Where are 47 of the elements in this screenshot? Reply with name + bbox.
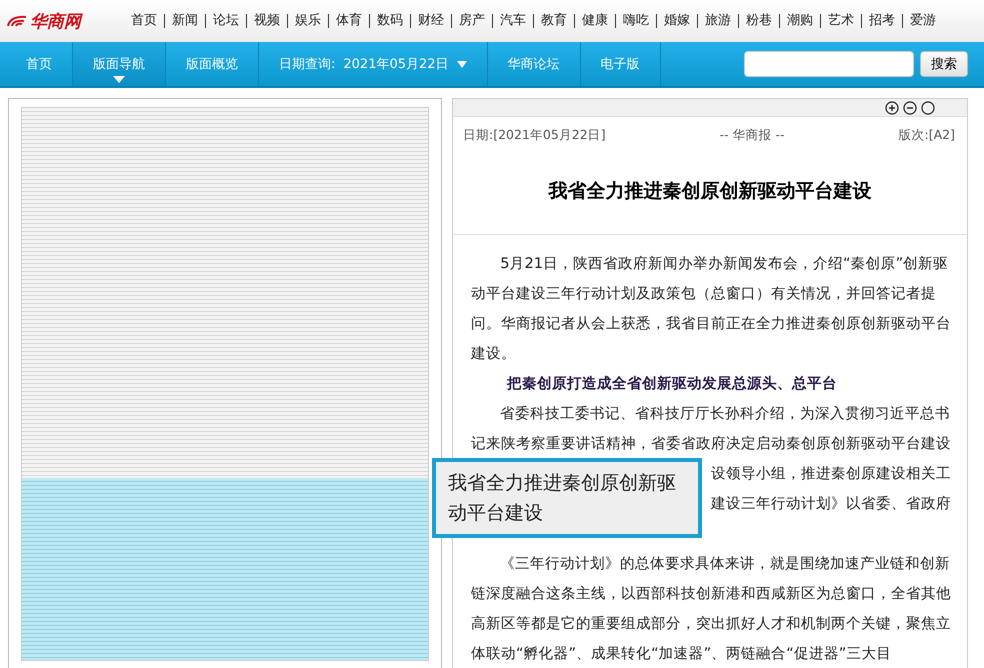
tooltip: 我省全力推进秦创原创新驱动平台建设 [432, 458, 702, 538]
article-source: -- 华商报 -- [720, 127, 785, 144]
top-menu-link[interactable]: 首页 [124, 14, 164, 28]
top-menu-link[interactable]: 粉巷 [738, 14, 779, 28]
article-text-line: 设领导小组，推进秦创原建设相关工 [711, 464, 951, 484]
top-menu-link[interactable]: 爱游 [902, 14, 943, 28]
top-menu-link[interactable]: 数码 [369, 14, 410, 28]
article-text-line: 链深度融合这条主线，以西部科技创新港和西咸新区为总窗口，全省其他 [471, 584, 951, 604]
section-heading: 把秦创原打造成全省创新驱动发展总源头、总平台 [506, 374, 838, 394]
top-menu-link[interactable]: 体育 [328, 14, 369, 28]
article-text-line: 问。华商报记者从会上获悉，我省目前正在全力推进秦创原创新驱动平台 [471, 314, 951, 334]
search-field[interactable] [744, 51, 914, 77]
top-menu-link[interactable]: 视频 [246, 14, 287, 28]
search-button[interactable]: 搜索 [920, 51, 968, 77]
top-menu-link[interactable]: 房产 [451, 14, 492, 28]
article-text-line: 高新区等都是它的重要组成部分，突出抓好人才和机制两个关键，聚焦立 [471, 614, 951, 634]
zoom-in-icon[interactable] [885, 100, 899, 114]
article-text-line: 记来陕考察重要讲话精神，省委省政府决定启动秦创原创新驱动平台建设 [471, 434, 951, 454]
article-text-line: 省委科技工委书记、省科技厅厅长孙科介绍，为深入贯彻习近平总书 [499, 404, 951, 424]
site-logo[interactable]: 华商网 [30, 10, 81, 32]
top-menu-link[interactable]: 论坛 [205, 14, 246, 28]
top-menu-link[interactable]: 潮购 [779, 14, 820, 28]
circle-icon[interactable] [921, 100, 935, 114]
top-menu-link[interactable]: 健康 [574, 14, 615, 28]
caret-icon [456, 60, 467, 68]
article-edition: 版次:[A2] [898, 127, 955, 144]
top-menu-link[interactable]: 新闻 [164, 14, 205, 28]
top-menu-link[interactable]: 汽车 [492, 14, 533, 28]
article-date: 日期:[2021年05月22日] [463, 127, 606, 144]
top-menu-link[interactable]: 嗨吃 [615, 14, 656, 28]
article-text-line: 5月21日，陕西省政府新闻办举办新闻发布会，介绍“秦创原”创新驱 [499, 254, 950, 274]
top-menu-link[interactable]: 旅游 [697, 14, 738, 28]
article-text-line: 体联动“孵化器”、成果转化“加速器”、两链融合“促进器”三大目 [471, 644, 892, 664]
logo-swoosh-icon [6, 14, 28, 28]
top-menu-link[interactable]: 娱乐 [287, 14, 328, 28]
top-menu-link[interactable]: 财经 [410, 14, 451, 28]
article-text-line: 《三年行动计划》的总体要求具体来讲，就是围绕加速产业链和创新 [499, 554, 951, 574]
top-menu-link[interactable]: 婚嫁 [656, 14, 697, 28]
zoom-out-icon[interactable] [903, 100, 917, 114]
article-text-line: 建设。 [471, 344, 517, 364]
article-title: 我省全力推进秦创原创新驱动平台建设 [453, 144, 967, 235]
top-menu-link[interactable]: 招考 [861, 14, 902, 28]
top-menu-link[interactable]: 教育 [533, 14, 574, 28]
article-text-line: 建设三年行动计划》以省委、省政府 [711, 494, 951, 514]
top-menu-link[interactable]: 艺术 [820, 14, 861, 28]
caret-icon [113, 76, 125, 83]
article-text-line: 动平台建设三年行动计划及政策包（总窗口）有关情况，并回答记者提 [471, 284, 937, 304]
